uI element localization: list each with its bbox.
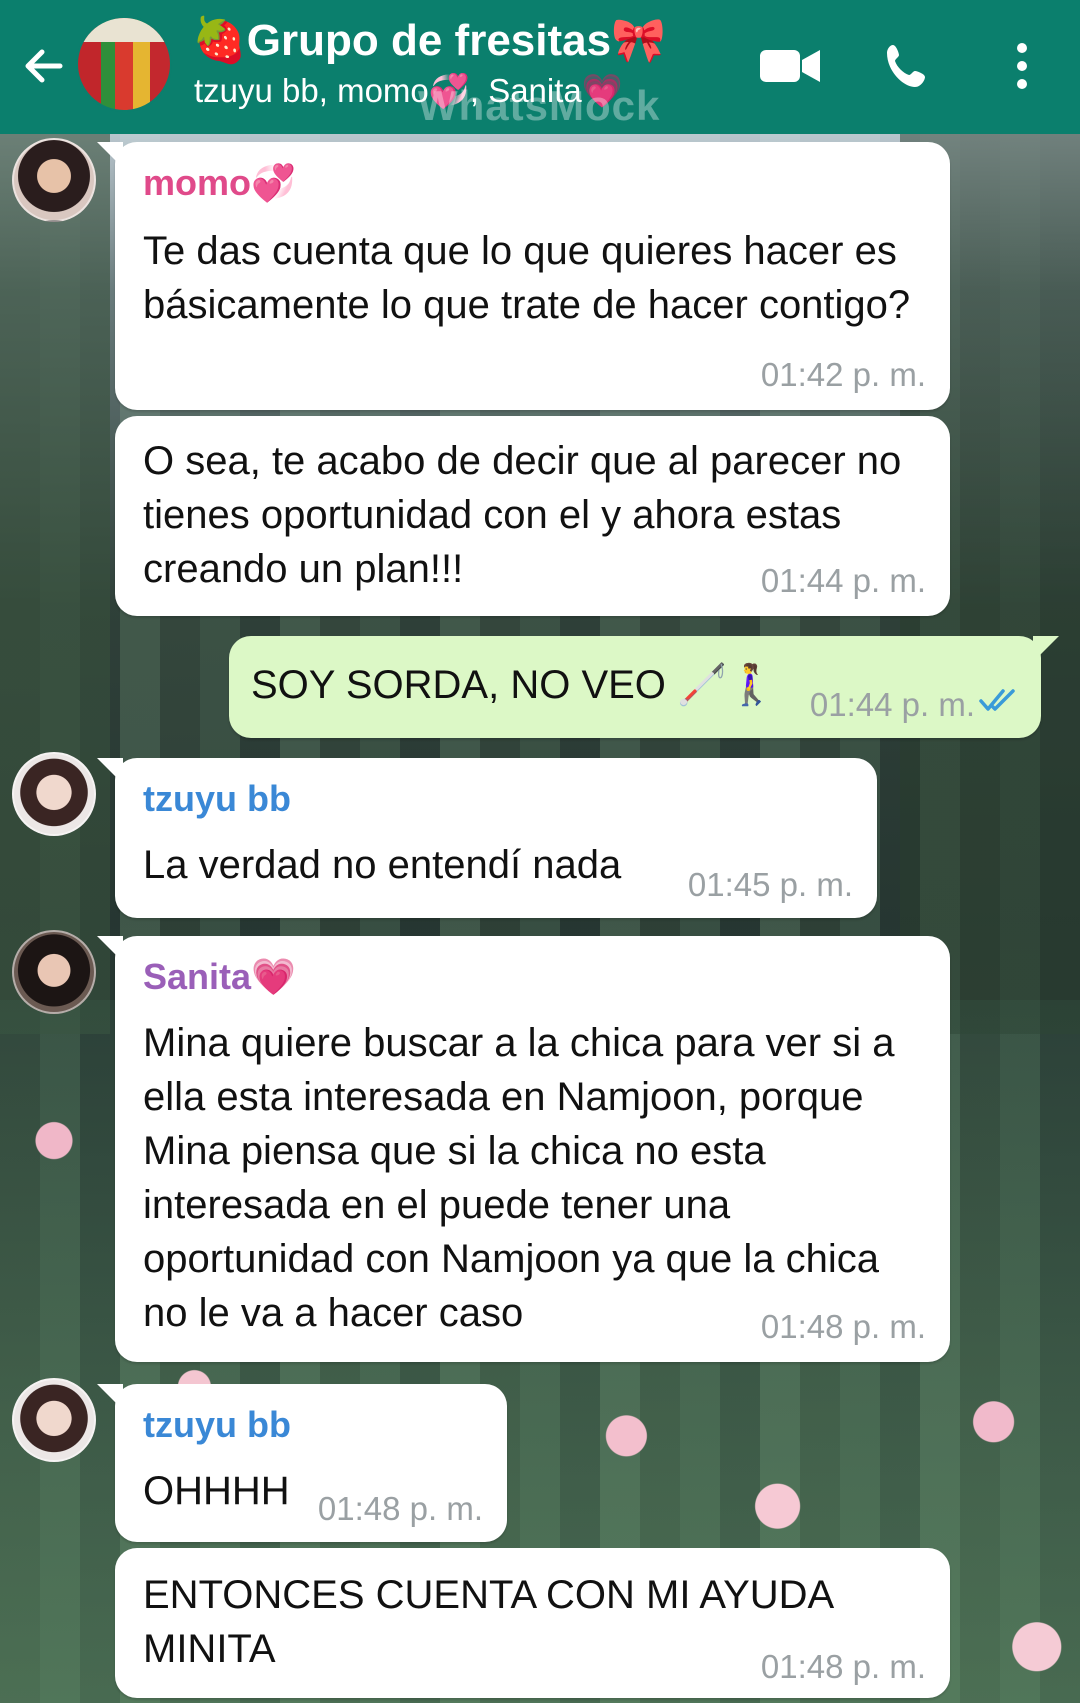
avatar-sanita[interactable] (12, 930, 96, 1014)
watermark: WhatsMock (418, 82, 661, 129)
message-text: La verdad no entendí nada (143, 843, 622, 887)
message-bubble[interactable]: tzuyu bb La verdad no entendí nada 01:45… (97, 758, 877, 918)
sender-name[interactable]: tzuyu bb (143, 778, 291, 820)
message-time: 01:48 p. m. (760, 1308, 926, 1345)
message-time: 01:48 p. m. (317, 1490, 483, 1527)
message-bubble-outgoing[interactable]: SOY SORDA, NO VEO 🦯🚶‍♀️ 01:44 p. m. (229, 636, 1059, 738)
more-vert-icon[interactable] (990, 34, 1054, 98)
video-call-icon[interactable] (758, 34, 822, 98)
avatar-momo[interactable] (12, 138, 96, 222)
message-text: OHHHH (143, 1469, 290, 1513)
avatar-tzuyu[interactable] (12, 1378, 96, 1462)
sender-name[interactable]: tzuyu bb (143, 1404, 291, 1446)
group-avatar[interactable] (76, 16, 172, 112)
group-title[interactable]: 🍓Grupo de fresitas🎀 (192, 14, 666, 66)
message-time: 01:42 p. m. (760, 356, 926, 393)
message-time: 01:44 p. m. (809, 686, 975, 723)
message-bubble[interactable]: O sea, te acabo de decir que al parecer … (115, 416, 950, 616)
message-time: 01:44 p. m. (760, 562, 926, 599)
sender-name[interactable]: momo💞 (143, 162, 296, 204)
message-time: 01:48 p. m. (760, 1648, 926, 1685)
message-text: SOY SORDA, NO VEO 🦯🚶‍♀️ (251, 663, 777, 707)
avatar-tzuyu[interactable] (12, 752, 96, 836)
phone-icon[interactable] (876, 34, 940, 98)
chat-header: 🍓Grupo de fresitas🎀 tzuyu bb, momo💞, San… (0, 0, 1080, 134)
message-bubble[interactable]: tzuyu bb OHHHH 01:48 p. m. (97, 1384, 507, 1542)
message-text: Te das cuenta que lo que quieres hacer e… (143, 229, 911, 327)
read-ticks-icon (979, 687, 1019, 718)
message-text: Mina quiere buscar a la chica para ver s… (143, 1021, 895, 1335)
sender-name[interactable]: Sanita💗 (143, 956, 296, 998)
message-bubble[interactable]: ENTONCES CUENTA CON MI AYUDA MINITA 01:4… (115, 1548, 950, 1698)
message-bubble[interactable]: momo💞 Te das cuenta que lo que quieres h… (97, 142, 950, 410)
back-arrow-icon[interactable] (18, 40, 70, 92)
message-time: 01:45 p. m. (687, 866, 853, 903)
message-bubble[interactable]: Sanita💗 Mina quiere buscar a la chica pa… (97, 936, 950, 1362)
